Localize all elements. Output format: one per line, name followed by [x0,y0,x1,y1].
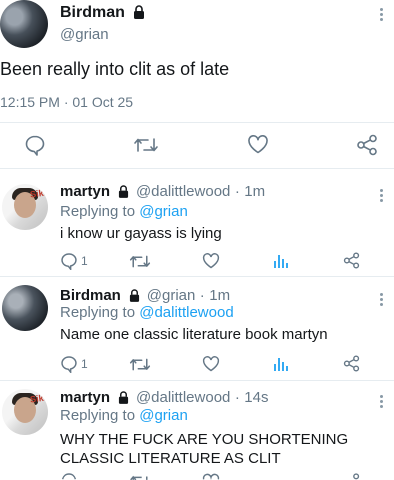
replying-to: Replying to @grian [60,407,188,424]
retweet-icon[interactable] [129,473,151,480]
like-icon[interactable] [247,134,269,154]
reply-button[interactable]: 1 [60,252,88,270]
author-handle[interactable]: @dalittlewood [136,183,230,200]
share-icon[interactable] [343,355,360,372]
author-name[interactable]: martyn [60,183,110,200]
reply-avatar[interactable]: Sikuk [2,184,48,230]
author-handle[interactable]: @grian [147,287,196,304]
reply-time[interactable]: 14s [244,389,268,406]
more-icon[interactable] [378,291,384,308]
replying-to-label: Replying to [60,203,136,220]
reply-count: 1 [81,357,88,371]
retweet-icon[interactable] [129,356,151,373]
divider [0,168,394,169]
author-name[interactable]: martyn [60,389,110,406]
reply-time[interactable]: 1m [209,287,230,304]
lock-icon [119,185,129,198]
share-icon[interactable] [356,134,378,156]
reply-button[interactable]: 1 [60,355,88,373]
like-icon[interactable] [202,472,220,480]
reply-avatar[interactable] [2,285,48,331]
more-icon[interactable] [378,393,384,410]
reply-icon [61,356,77,373]
reply-author-row[interactable]: martyn @dalittlewood · 1m [60,183,265,201]
reply-avatar[interactable]: Sikuk [2,389,48,435]
share-icon[interactable] [343,472,360,480]
replying-to-link[interactable]: @grian [139,203,188,220]
avatar-label: Sikuk [29,186,48,200]
divider [0,122,394,123]
share-icon[interactable] [343,252,360,269]
reply-icon[interactable] [24,134,46,156]
reply-icon [61,253,77,270]
replying-to: Replying to @grian [60,203,188,220]
reply-text: WHY THE FUCK ARE YOU SHORTENING CLASSIC … [60,431,349,467]
replying-to-link[interactable]: @dalittlewood [139,304,233,321]
reply-text: i know ur gayass is lying [60,225,222,242]
retweet-icon[interactable] [133,135,159,155]
replying-to-label: Replying to [60,304,136,321]
analytics-icon[interactable] [273,355,289,372]
reply-icon[interactable] [60,472,78,480]
reply-time[interactable]: 1m [244,183,265,200]
main-tweet-author-row[interactable]: Birdman [60,4,145,22]
replying-to-label: Replying to [60,407,136,424]
author-name[interactable]: Birdman [60,287,121,304]
reply-count: 1 [81,254,88,268]
lock-icon [119,391,129,404]
lock-icon [130,289,140,302]
analytics-icon[interactable] [273,252,289,269]
main-tweet-timestamp[interactable]: 12:15 PM · 01 Oct 25 [0,94,133,110]
lock-icon [134,5,145,19]
divider [0,276,394,277]
more-icon[interactable] [378,6,384,23]
replying-to: Replying to @dalittlewood [60,304,234,321]
reply-author-row[interactable]: Birdman @grian · 1m [60,287,230,305]
main-tweet-text: Been really into clit as of late [0,59,230,79]
more-icon[interactable] [378,187,384,204]
avatar-label: Sikuk [29,391,48,405]
divider [0,380,394,381]
like-icon[interactable] [202,355,220,372]
replying-to-link[interactable]: @grian [139,407,188,424]
like-icon[interactable] [202,252,220,269]
reply-author-row[interactable]: martyn @dalittlewood · 14s [60,389,268,407]
author-handle[interactable]: @grian [60,26,109,43]
retweet-icon[interactable] [129,253,151,270]
main-tweet-avatar[interactable] [0,0,48,48]
author-handle[interactable]: @dalittlewood [136,389,230,406]
reply-text: Name one classic literature book martyn [60,326,328,343]
author-name[interactable]: Birdman [60,4,125,21]
